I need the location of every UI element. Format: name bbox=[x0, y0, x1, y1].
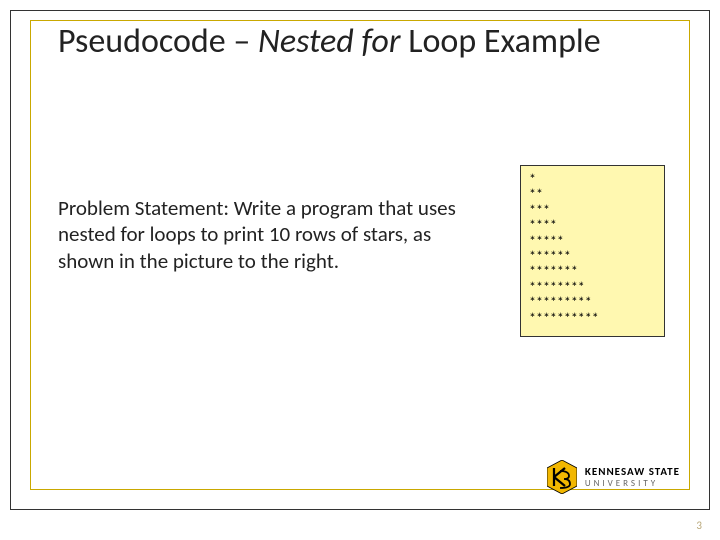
star-row: **** bbox=[529, 218, 656, 233]
star-row: ***** bbox=[529, 234, 656, 249]
logo-line1: KENNESAW STATE bbox=[585, 466, 680, 477]
title-italic: Nested for bbox=[258, 21, 408, 62]
logo-line2: UNIVERSITY bbox=[585, 479, 680, 488]
star-row: *** bbox=[529, 203, 656, 218]
title-part1: Pseudocode – bbox=[58, 21, 258, 62]
star-output-box: * ** *** **** ***** ****** ******* *****… bbox=[520, 165, 665, 337]
ks-logo-icon bbox=[547, 460, 577, 494]
star-row: ******** bbox=[529, 280, 656, 295]
problem-statement: Problem Statement: Write a program that … bbox=[58, 195, 478, 274]
star-row: ********* bbox=[529, 295, 656, 310]
star-row: ** bbox=[529, 187, 656, 202]
star-row: ******* bbox=[529, 264, 656, 279]
star-row: * bbox=[529, 172, 656, 187]
title-part2: Loop Example bbox=[408, 21, 600, 62]
page-number: 3 bbox=[696, 519, 702, 532]
slide-title: Pseudocode – Nested for Loop Example bbox=[58, 22, 660, 61]
logo-text: KENNESAW STATE UNIVERSITY bbox=[585, 466, 680, 488]
star-row: ********** bbox=[529, 311, 656, 326]
star-row: ****** bbox=[529, 249, 656, 264]
university-logo: KENNESAW STATE UNIVERSITY bbox=[547, 460, 680, 494]
